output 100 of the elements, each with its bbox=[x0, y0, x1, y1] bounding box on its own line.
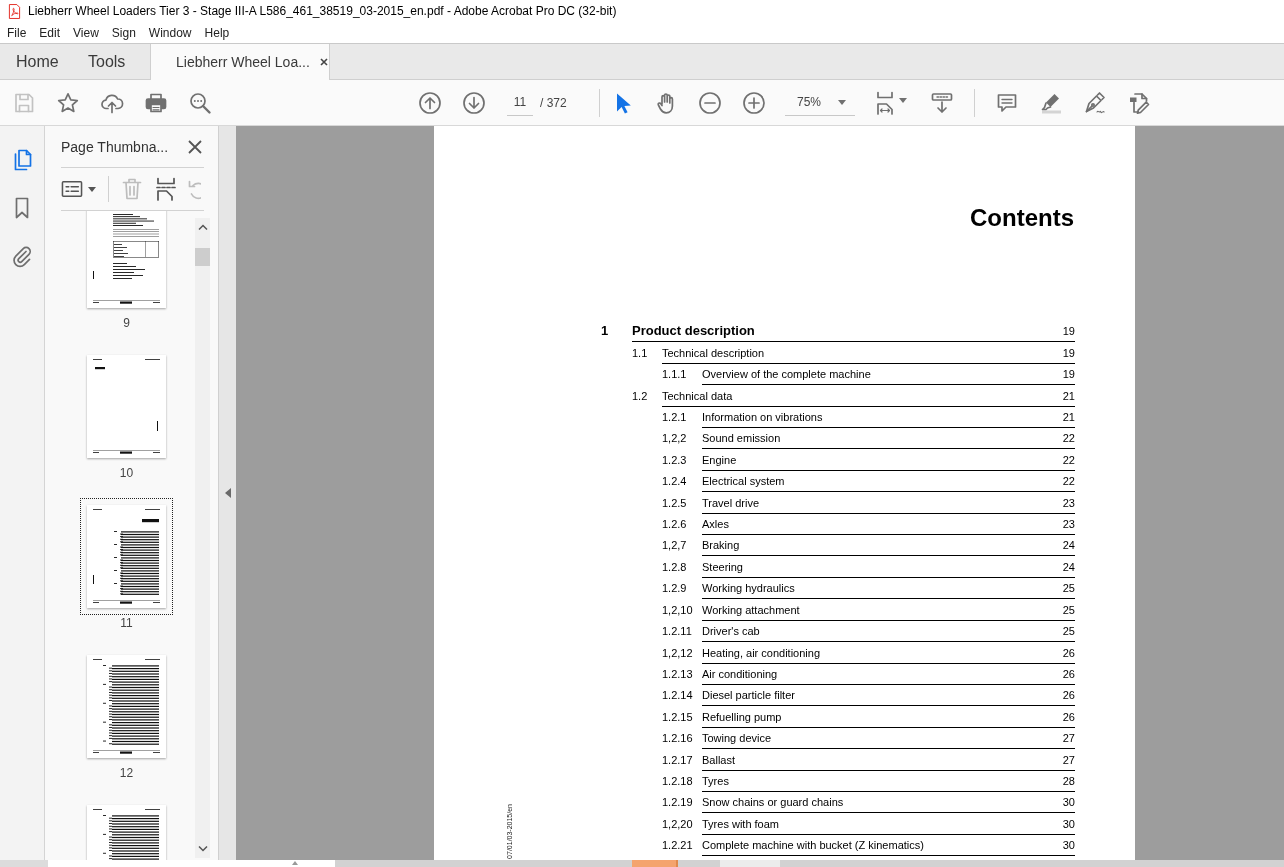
menu-item[interactable]: Help bbox=[198, 25, 236, 40]
page-count: / 372 bbox=[540, 95, 568, 110]
section-title[interactable]: Information on vibrations bbox=[702, 411, 823, 425]
menu-item[interactable]: Edit bbox=[33, 25, 67, 40]
section-number: 1.2.11 bbox=[662, 625, 693, 640]
arrow-up-circle-icon bbox=[418, 90, 442, 115]
section-title[interactable]: Working hydraulics bbox=[702, 582, 795, 596]
menu-item[interactable]: Sign bbox=[105, 25, 142, 40]
page-thumbnail[interactable] bbox=[80, 498, 173, 615]
menu-item[interactable]: File bbox=[1, 25, 33, 40]
nav-tab[interactable]: Home bbox=[0, 44, 74, 79]
list-icon bbox=[61, 179, 83, 199]
section-number: 1 bbox=[601, 323, 610, 341]
page-insert-icon bbox=[155, 177, 177, 201]
section-title[interactable]: Ballast bbox=[702, 753, 736, 767]
search-icon bbox=[188, 90, 212, 115]
page-reference: 22 bbox=[1062, 432, 1075, 446]
section-title[interactable]: Complete machine with bucket (Z kinematics) bbox=[702, 839, 924, 853]
caret-down-icon[interactable] bbox=[197, 846, 208, 852]
zoom-dropdown[interactable]: 75% bbox=[785, 89, 855, 116]
caret-down-icon bbox=[899, 98, 907, 103]
page-reference: 25 bbox=[1062, 625, 1075, 639]
page-reference: 19 bbox=[1062, 325, 1075, 339]
scroll-down-icon bbox=[930, 90, 954, 115]
section-number: 1.2.9 bbox=[662, 582, 688, 597]
section-title[interactable]: Steering bbox=[702, 560, 743, 574]
section-title[interactable]: Tyres bbox=[702, 774, 729, 788]
caret-left-icon bbox=[224, 488, 231, 498]
section-title[interactable]: Axles bbox=[702, 518, 729, 532]
star-icon bbox=[56, 90, 80, 115]
section-title[interactable]: Snow chains or guard chains bbox=[702, 796, 844, 810]
page-reference: 30 bbox=[1062, 817, 1075, 831]
section-title[interactable]: Air conditioning bbox=[702, 667, 778, 681]
panel-collapse-handle[interactable] bbox=[218, 126, 236, 860]
page-reference: 22 bbox=[1062, 475, 1075, 489]
section-number: 1.1 bbox=[632, 346, 649, 361]
section-number: 1,2,7 bbox=[662, 539, 688, 554]
section-number: 1.2.1 bbox=[662, 411, 688, 426]
section-title[interactable]: Driver's cab bbox=[702, 625, 760, 639]
close-icon[interactable] bbox=[188, 139, 202, 154]
page-thumbnail[interactable] bbox=[87, 211, 166, 308]
section-title[interactable]: Travel drive bbox=[702, 496, 760, 510]
section-title[interactable]: Technical description bbox=[662, 346, 765, 360]
paperclip-icon bbox=[10, 244, 34, 268]
page-thumbnail[interactable] bbox=[87, 355, 166, 458]
section-title[interactable]: Overview of the complete machine bbox=[702, 368, 871, 382]
panel-title: Page Thumbna... bbox=[61, 138, 169, 155]
section-number: 1.2.13 bbox=[662, 667, 694, 682]
section-title[interactable]: Braking bbox=[702, 539, 740, 553]
page-number-label: 10 bbox=[119, 466, 134, 480]
section-title[interactable]: Heating, air conditioning bbox=[702, 646, 821, 660]
pen-nib-icon bbox=[1083, 90, 1107, 115]
page-reference: 26 bbox=[1062, 689, 1075, 703]
section-number: 1.2.21 bbox=[662, 839, 694, 854]
section-number: 1.2.19 bbox=[662, 796, 694, 811]
pdf-icon bbox=[8, 3, 21, 19]
section-number: 1.2.17 bbox=[662, 753, 694, 768]
page-heading: Contents bbox=[969, 203, 1074, 233]
page-reference: 21 bbox=[1062, 389, 1075, 403]
section-number: 1,2,10 bbox=[662, 603, 694, 618]
close-icon[interactable] bbox=[319, 58, 328, 66]
section-title[interactable]: Sound emission bbox=[702, 432, 781, 446]
minus-circle-icon bbox=[698, 90, 722, 115]
section-number: 1.1.1 bbox=[662, 368, 688, 383]
section-title[interactable]: Refuelling pump bbox=[702, 710, 782, 724]
section-title[interactable]: Product description bbox=[632, 323, 755, 339]
menu-item[interactable]: Window bbox=[142, 25, 198, 40]
section-title[interactable]: Electrical system bbox=[702, 475, 785, 489]
page-number-field[interactable]: 11 bbox=[507, 89, 533, 116]
document-tab[interactable]: Liebherr Wheel Loa... bbox=[150, 44, 330, 80]
section-number: 1.2.18 bbox=[662, 774, 694, 789]
section-number: 1,2,20 bbox=[662, 817, 694, 832]
section-title[interactable]: Technical data bbox=[662, 389, 733, 403]
page-reference: 26 bbox=[1062, 667, 1075, 681]
page-thumbnail[interactable] bbox=[87, 655, 166, 758]
section-title[interactable]: Working attachment bbox=[702, 603, 800, 617]
arrow-down-circle-icon bbox=[462, 90, 486, 115]
page-reference: 25 bbox=[1062, 603, 1075, 617]
section-title[interactable]: Tyres with foam bbox=[702, 817, 780, 831]
section-title[interactable]: Towing device bbox=[702, 732, 772, 746]
section-title[interactable]: Engine bbox=[702, 453, 737, 467]
menu-item[interactable]: View bbox=[67, 25, 105, 40]
section-number: 1.2.4 bbox=[662, 475, 688, 490]
section-number: 1.2.5 bbox=[662, 496, 688, 511]
page-reference: 30 bbox=[1062, 796, 1075, 810]
section-number: 1,2,2 bbox=[662, 432, 688, 447]
scrollbar-thumb[interactable] bbox=[195, 248, 210, 266]
scrollbar[interactable] bbox=[195, 218, 210, 858]
section-number: 1.2.15 bbox=[662, 710, 694, 725]
page-number-label: 12 bbox=[119, 766, 134, 780]
section-title[interactable]: Diesel particle filter bbox=[702, 689, 795, 703]
plus-circle-icon bbox=[742, 90, 766, 115]
page-reference: 26 bbox=[1062, 646, 1075, 660]
page-reference: 24 bbox=[1062, 539, 1075, 553]
section-number: 1.2 bbox=[632, 389, 649, 404]
page-reference: 27 bbox=[1062, 753, 1075, 767]
page-reference: 28 bbox=[1062, 774, 1075, 788]
insert-page-button[interactable] bbox=[155, 175, 177, 203]
caret-up-icon[interactable] bbox=[197, 224, 208, 230]
nav-tab[interactable]: Tools bbox=[74, 44, 150, 79]
